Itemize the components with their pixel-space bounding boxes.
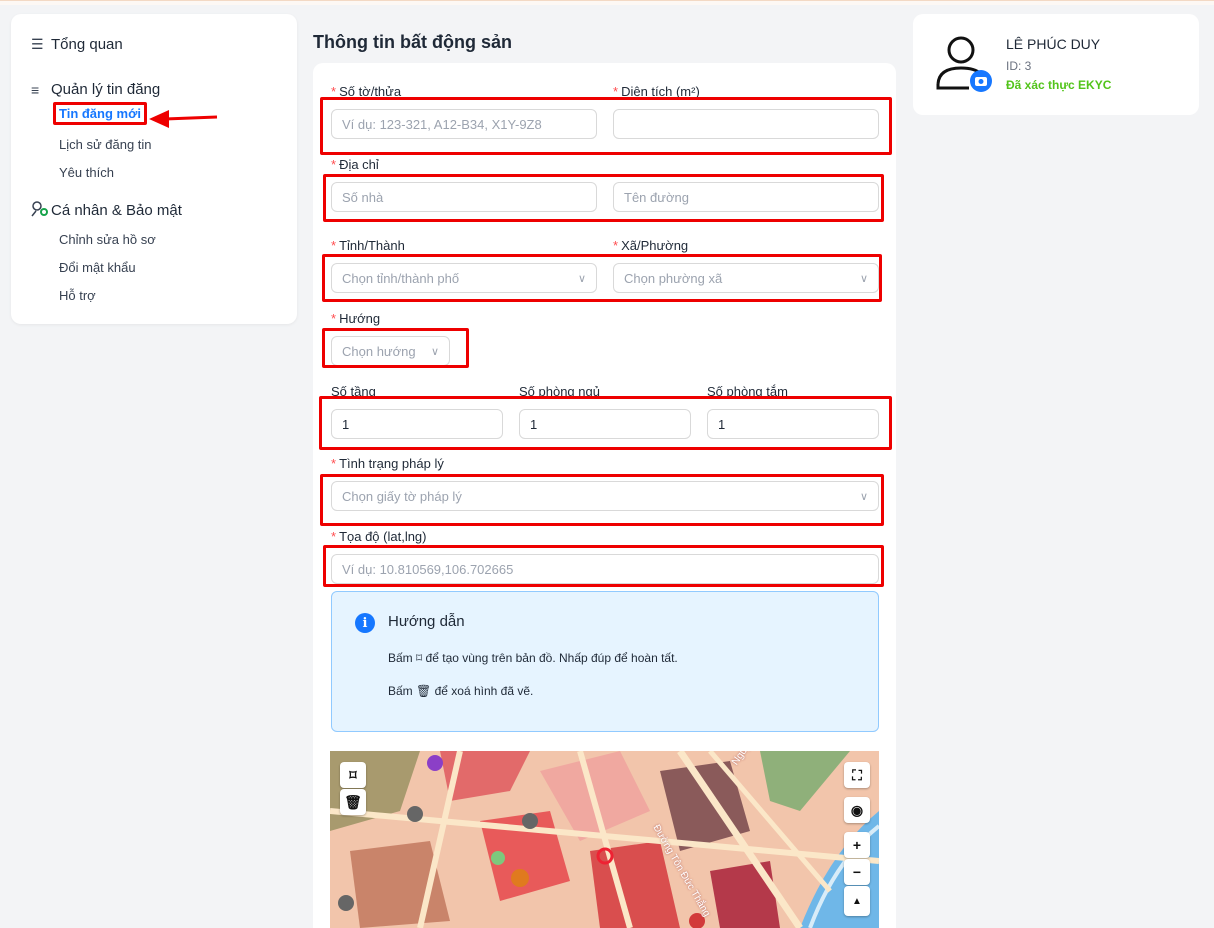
address-label: * Địa chỉ [331, 157, 379, 172]
nav-account-group[interactable]: Cá nhân & Bảo mật [31, 201, 182, 220]
nav-listing-group[interactable]: ≡ Quản lý tin đăng [31, 81, 160, 98]
parcel-label: * Số tờ/thửa [331, 84, 402, 99]
ward-label: * Xã/Phường [613, 238, 689, 253]
coords-label: * Tọa độ (lat,lng) [331, 529, 427, 544]
guide-line-delete: Bấm 🗑 để xoá hình đã vẽ. [388, 684, 534, 698]
province-select[interactable]: Chọn tỉnh/thành phố ∨ [331, 263, 597, 293]
trash-icon: 🗑 [416, 684, 432, 698]
map-tiles [330, 751, 879, 928]
legal-select[interactable]: Chọn giấy tờ pháp lý ∨ [331, 481, 879, 511]
province-select-value: Chọn tỉnh/thành phố [342, 270, 460, 286]
sidebar: ☰ Tổng quan ≡ Quản lý tin đăng Tin đăng … [11, 14, 297, 324]
ward-select[interactable]: Chọn phường xã ∨ [613, 263, 879, 293]
profile-card: LÊ PHÚC DUY ID: 3 Đã xác thực EKYC [913, 14, 1199, 115]
guide-line-draw: Bấm ⌑ để tạo vùng trên bản đồ. Nhấp đúp … [388, 651, 678, 665]
bedrooms-input[interactable]: 1 [519, 409, 691, 439]
draw-polygon-button[interactable]: ⌑ [340, 762, 366, 788]
fullscreen-icon: ⛶ [852, 766, 862, 783]
user-settings-icon [31, 201, 51, 220]
zoom-out-button[interactable]: − [844, 859, 870, 885]
compass-icon: ▲ [852, 895, 862, 907]
draw-polygon-icon: ⌑ [416, 651, 423, 665]
nav-change-password[interactable]: Đổi mật khẩu [59, 260, 136, 275]
profile-id: ID: 3 [1006, 59, 1032, 73]
province-label: * Tỉnh/Thành [331, 238, 405, 253]
chevron-down-icon: ∨ [577, 272, 586, 285]
chevron-down-icon: ∨ [430, 345, 439, 358]
street-input[interactable]: Tên đường [613, 182, 879, 212]
nav-new-listing[interactable]: Tin đăng mới [53, 102, 147, 125]
parcel-input[interactable]: Ví dụ: 123-321, A12-B34, X1Y-9Z8 [331, 109, 597, 139]
bathrooms-label: Số phòng tắm [707, 384, 788, 399]
delete-shape-button[interactable]: 🗑 [340, 789, 366, 815]
fullscreen-button[interactable]: ⛶ [844, 762, 870, 788]
info-icon: i [355, 613, 375, 633]
list-icon: ☰ [31, 36, 44, 52]
zoom-in-button[interactable]: + [844, 832, 870, 858]
area-label: * Diện tích (m²) [613, 84, 700, 99]
direction-label: * Hướng [331, 311, 381, 326]
legal-select-value: Chọn giấy tờ pháp lý [342, 488, 462, 504]
compass-button[interactable]: ▲ [844, 886, 870, 916]
nav-favorites[interactable]: Yêu thích [59, 165, 114, 180]
annotation-arrow-icon [149, 110, 218, 128]
nav-account-group-label: Cá nhân & Bảo mật [51, 202, 182, 219]
nav-edit-profile[interactable]: Chỉnh sửa hồ sơ [59, 232, 156, 247]
avatar-icon [936, 36, 992, 92]
chevron-down-icon: ∨ [859, 272, 868, 285]
verified-status: Đã xác thực EKYC [1006, 78, 1112, 92]
draw-polygon-icon: ⌑ [349, 766, 357, 783]
direction-select-value: Chọn hướng [342, 343, 416, 359]
guide-title: Hướng dẫn [388, 613, 465, 630]
nav-overview[interactable]: ☰ Tổng quan [31, 36, 123, 53]
direction-select[interactable]: Chọn hướng ∨ [331, 336, 450, 366]
guide-alert: i Hướng dẫn Bấm ⌑ để tạo vùng trên bản đ… [331, 591, 879, 732]
floors-input[interactable]: 1 [331, 409, 503, 439]
profile-name: LÊ PHÚC DUY [1006, 36, 1101, 52]
locate-icon: ◉ [850, 801, 864, 818]
coords-input[interactable]: Ví dụ: 10.810569,106.702665 [331, 554, 879, 584]
nav-listing-history[interactable]: Lịch sử đăng tin [59, 137, 152, 152]
list-check-icon: ≡ [31, 81, 40, 98]
area-input[interactable] [613, 109, 879, 139]
map[interactable]: Đường Tôn Đức Thắng Nguyễn Hữu Cảnh ⌑ 🗑 … [330, 751, 879, 928]
locate-button[interactable]: ◉ [844, 797, 870, 823]
nav-overview-label: Tổng quan [51, 36, 123, 53]
page-title: Thông tin bất động sản [313, 32, 512, 52]
floors-label: Số tầng [331, 384, 376, 399]
nav-support[interactable]: Hỗ trợ [59, 288, 96, 303]
ward-select-value: Chọn phường xã [624, 270, 723, 286]
chevron-down-icon: ∨ [859, 490, 868, 503]
bedrooms-label: Số phòng ngủ [519, 384, 600, 399]
house-number-input[interactable]: Số nhà [331, 182, 597, 212]
nav-listing-group-label: Quản lý tin đăng [51, 81, 161, 98]
trash-icon: 🗑 [344, 793, 362, 810]
top-border [0, 0, 1214, 5]
bathrooms-input[interactable]: 1 [707, 409, 879, 439]
legal-label: * Tình trạng pháp lý [331, 456, 444, 471]
